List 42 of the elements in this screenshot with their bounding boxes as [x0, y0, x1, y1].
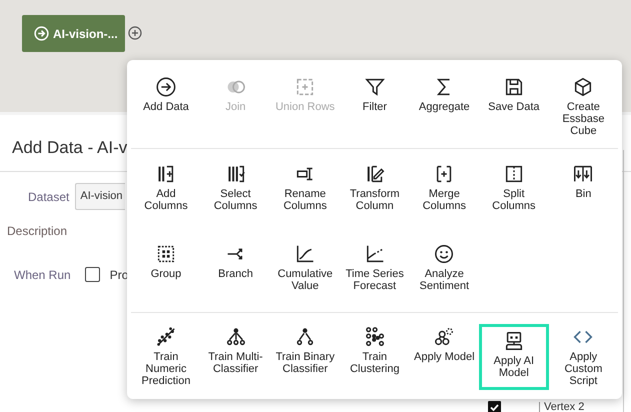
add-icon[interactable] — [128, 26, 142, 40]
checkbox[interactable] — [84, 267, 100, 282]
dataset-field[interactable]: AI-vision — [75, 183, 126, 210]
table-cell: Vertex 2 — [539, 402, 584, 412]
menu-item[interactable]: Filter — [340, 74, 410, 144]
menu-item[interactable]: Add Data — [131, 74, 201, 144]
menu-item[interactable]: Analyze Sentiment — [409, 240, 480, 312]
menu-item[interactable]: Aggregate — [409, 74, 480, 144]
menu-item[interactable]: Train Multi-Classifier — [200, 324, 271, 390]
menu-item[interactable]: Group — [131, 240, 201, 312]
arrow-circle-icon — [34, 26, 49, 41]
menu-item[interactable]: Transform Column — [340, 161, 410, 232]
menu-item[interactable]: Select Columns — [200, 161, 271, 232]
menu-item[interactable]: Train Binary Classifier — [270, 324, 340, 390]
menu-item[interactable]: Apply AI Model — [478, 324, 549, 390]
cluster-icon — [364, 326, 386, 348]
node-button[interactable]: AI-vision-... — [22, 15, 125, 52]
field-label: When Run — [14, 266, 71, 284]
tree-nodes-icon — [224, 326, 247, 348]
checkbox[interactable] — [488, 401, 501, 412]
menu-item[interactable]: Train Clustering — [340, 324, 410, 390]
menu-item[interactable]: Apply Custom Script — [548, 324, 618, 390]
menu-item[interactable]: Split Columns — [478, 161, 549, 232]
menu-item[interactable]: Train Numeric Prediction — [131, 324, 201, 390]
model-nodes-icon — [433, 326, 456, 348]
filter-icon — [364, 76, 386, 98]
menu-item[interactable]: Create Essbase Cube — [548, 74, 618, 144]
arrow-circle-icon — [155, 76, 177, 98]
menu-item[interactable]: Add Columns — [131, 161, 201, 232]
menu-item[interactable]: Cumulative Value — [270, 240, 340, 312]
smiley-icon — [433, 242, 456, 264]
menu-item[interactable]: Apply Model — [409, 324, 480, 390]
menu-item[interactable]: Time Series Forecast — [340, 240, 410, 312]
panel-title: Add Data - AI-v — [11, 137, 128, 159]
menu-item[interactable]: Rename Columns — [270, 161, 340, 232]
menu-item[interactable]: Bin — [548, 161, 618, 232]
field-label: Dataset — [28, 188, 70, 206]
menu-item[interactable]: Merge Columns — [409, 161, 480, 232]
scatter-plot-icon — [155, 326, 177, 348]
menu-item[interactable]: Branch — [200, 240, 271, 312]
field-label: Description — [7, 222, 68, 240]
menu-item[interactable]: Save Data — [478, 74, 549, 144]
